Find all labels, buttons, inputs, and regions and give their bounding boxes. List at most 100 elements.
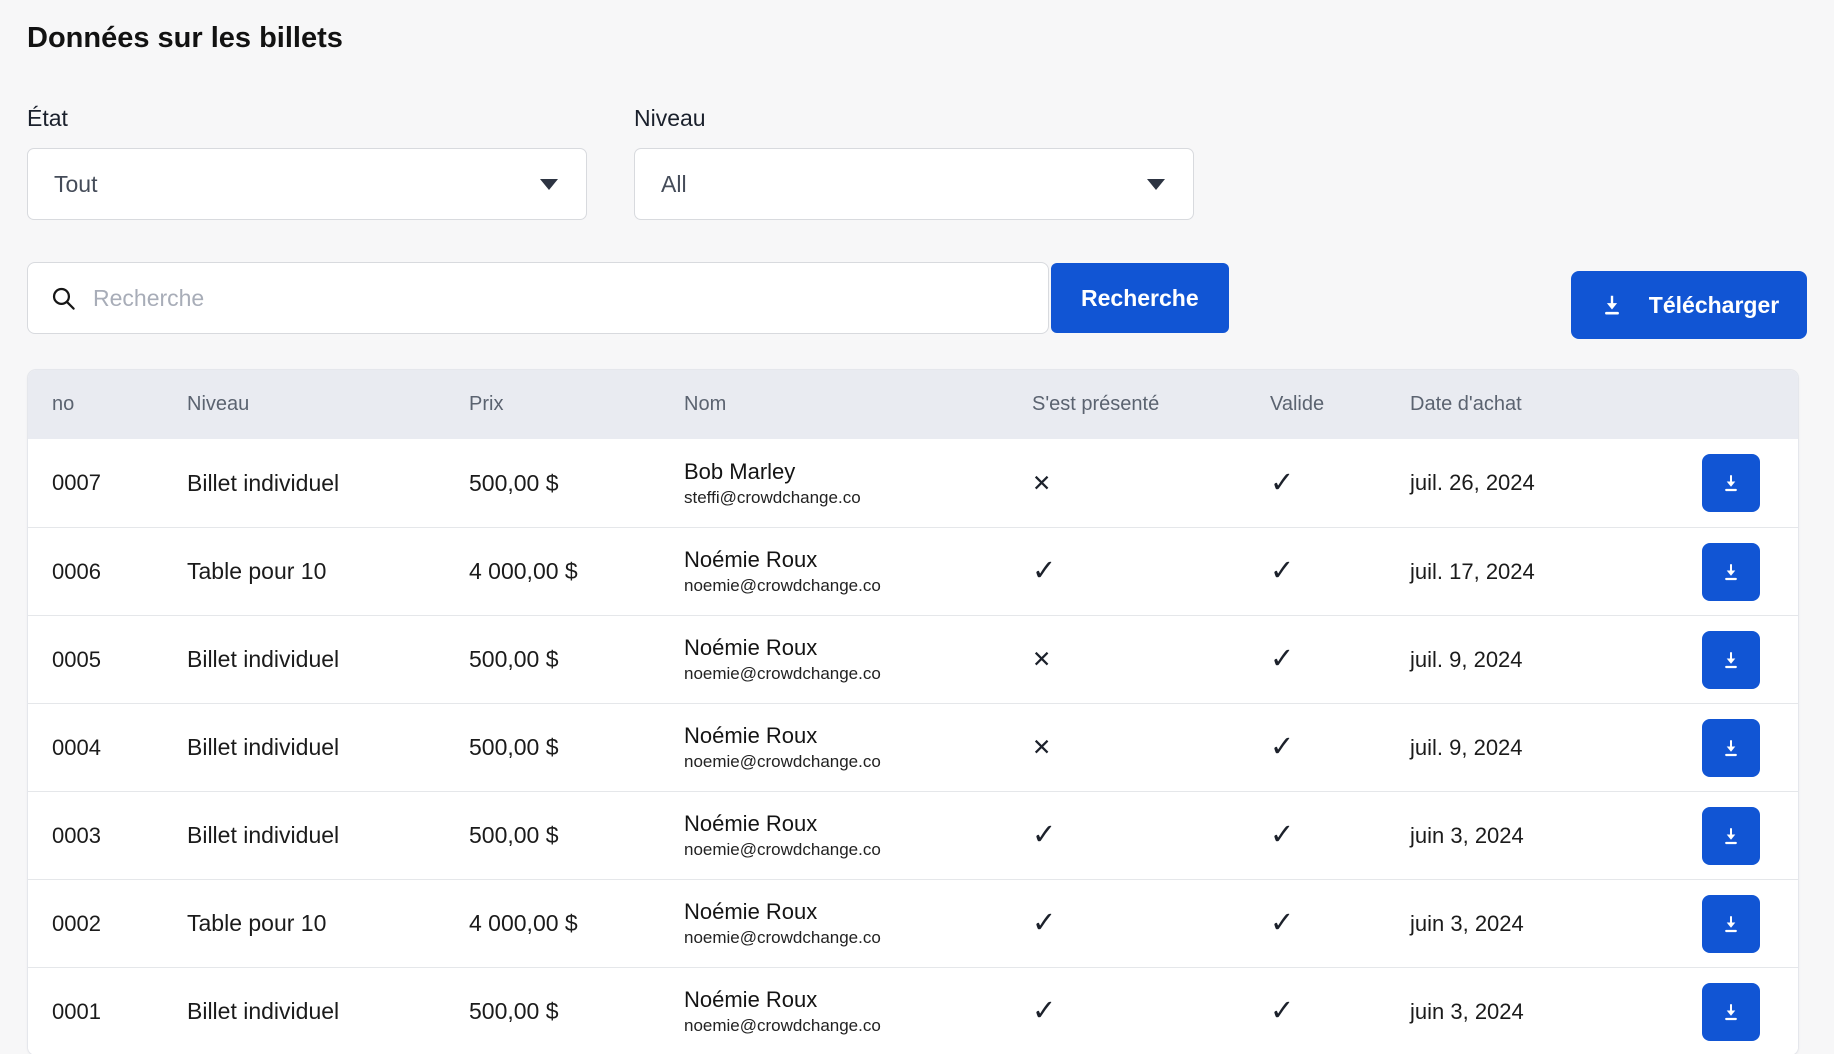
- buyer-email: noemie@crowdchange.co: [684, 752, 1032, 772]
- cell-prix: 500,00 $: [469, 470, 684, 497]
- cell-prix: 500,00 $: [469, 646, 684, 673]
- cell-nom: Noémie Roux noemie@crowdchange.co: [684, 547, 1032, 596]
- buyer-email: noemie@crowdchange.co: [684, 664, 1032, 684]
- cell-niveau: Billet individuel: [187, 734, 469, 761]
- download-icon: [1720, 825, 1742, 847]
- cell-purchase-date: juil. 26, 2024: [1410, 470, 1664, 496]
- niveau-label: Niveau: [634, 105, 1194, 132]
- buyer-name: Noémie Roux: [684, 899, 1032, 925]
- tickets-table: no Niveau Prix Nom S'est présenté Valide…: [27, 369, 1799, 1054]
- cell-prix: 500,00 $: [469, 822, 684, 849]
- etat-select[interactable]: Tout: [27, 148, 587, 220]
- search-icon: [50, 285, 77, 312]
- row-download-button[interactable]: [1702, 895, 1760, 953]
- checked-in-status-icon: ✕: [1032, 648, 1270, 671]
- valid-status-icon: ✓: [1270, 645, 1410, 674]
- search-input[interactable]: [93, 285, 1028, 312]
- col-header-valide: Valide: [1270, 393, 1410, 416]
- cell-actions: [1664, 543, 1798, 601]
- cell-prix: 500,00 $: [469, 998, 684, 1025]
- table-row: 0005 Billet individuel 500,00 $ Noémie R…: [28, 615, 1798, 703]
- download-button-label: Télécharger: [1649, 292, 1779, 319]
- download-icon: [1720, 1001, 1742, 1023]
- table-row: 0003 Billet individuel 500,00 $ Noémie R…: [28, 791, 1798, 879]
- table-row: 0004 Billet individuel 500,00 $ Noémie R…: [28, 703, 1798, 791]
- cell-actions: [1664, 895, 1798, 953]
- cell-purchase-date: juin 3, 2024: [1410, 823, 1664, 849]
- cell-ticket-number: 0005: [52, 647, 187, 673]
- col-header-no: no: [52, 393, 187, 416]
- download-icon: [1720, 472, 1742, 494]
- filters-row: État Tout Niveau All: [27, 105, 1807, 220]
- valid-status-icon: ✓: [1270, 997, 1410, 1026]
- cell-ticket-number: 0003: [52, 823, 187, 849]
- checked-in-status-icon: ✓: [1032, 909, 1270, 938]
- search-button[interactable]: Recherche: [1051, 263, 1229, 333]
- cell-nom: Bob Marley steffi@crowdchange.co: [684, 459, 1032, 508]
- row-download-button[interactable]: [1702, 454, 1760, 512]
- cell-purchase-date: juil. 9, 2024: [1410, 735, 1664, 761]
- niveau-select-value: All: [661, 171, 687, 198]
- etat-label: État: [27, 105, 587, 132]
- chevron-down-icon: [1147, 179, 1165, 190]
- ticket-data-page: Données sur les billets État Tout Niveau…: [0, 0, 1834, 1054]
- download-icon: [1720, 913, 1742, 935]
- checked-in-status-icon: ✓: [1032, 557, 1270, 586]
- valid-status-icon: ✓: [1270, 821, 1410, 850]
- download-icon: [1720, 561, 1742, 583]
- cell-niveau: Billet individuel: [187, 822, 469, 849]
- cell-niveau: Billet individuel: [187, 470, 469, 497]
- cell-prix: 4 000,00 $: [469, 558, 684, 585]
- niveau-select[interactable]: All: [634, 148, 1194, 220]
- cell-ticket-number: 0006: [52, 559, 187, 585]
- valid-status-icon: ✓: [1270, 469, 1410, 498]
- checked-in-status-icon: ✓: [1032, 997, 1270, 1026]
- cell-purchase-date: juil. 9, 2024: [1410, 647, 1664, 673]
- row-download-button[interactable]: [1702, 983, 1760, 1041]
- buyer-email: noemie@crowdchange.co: [684, 576, 1032, 596]
- table-row: 0002 Table pour 10 4 000,00 $ Noémie Rou…: [28, 879, 1798, 967]
- row-download-button[interactable]: [1702, 719, 1760, 777]
- search-box: [27, 262, 1049, 334]
- cell-ticket-number: 0004: [52, 735, 187, 761]
- cell-actions: [1664, 631, 1798, 689]
- cell-actions: [1664, 454, 1798, 512]
- download-button[interactable]: Télécharger: [1571, 271, 1807, 339]
- cell-niveau: Table pour 10: [187, 910, 469, 937]
- table-row: 0007 Billet individuel 500,00 $ Bob Marl…: [28, 439, 1798, 527]
- cell-prix: 500,00 $: [469, 734, 684, 761]
- table-row: 0006 Table pour 10 4 000,00 $ Noémie Rou…: [28, 527, 1798, 615]
- search-row: Recherche Télécharger: [27, 262, 1807, 339]
- cell-ticket-number: 0002: [52, 911, 187, 937]
- filter-etat: État Tout: [27, 105, 587, 220]
- buyer-name: Bob Marley: [684, 459, 1032, 485]
- cell-nom: Noémie Roux noemie@crowdchange.co: [684, 987, 1032, 1036]
- buyer-name: Noémie Roux: [684, 987, 1032, 1013]
- cell-niveau: Billet individuel: [187, 646, 469, 673]
- col-header-date: Date d'achat: [1410, 393, 1664, 416]
- cell-ticket-number: 0007: [52, 470, 187, 496]
- cell-nom: Noémie Roux noemie@crowdchange.co: [684, 723, 1032, 772]
- col-header-niveau: Niveau: [187, 393, 469, 416]
- cell-purchase-date: juil. 17, 2024: [1410, 559, 1664, 585]
- col-header-prix: Prix: [469, 393, 684, 416]
- table-body: 0007 Billet individuel 500,00 $ Bob Marl…: [28, 439, 1798, 1054]
- valid-status-icon: ✓: [1270, 733, 1410, 762]
- filter-niveau: Niveau All: [634, 105, 1194, 220]
- checked-in-status-icon: ✕: [1032, 736, 1270, 759]
- valid-status-icon: ✓: [1270, 909, 1410, 938]
- buyer-name: Noémie Roux: [684, 723, 1032, 749]
- table-header-row: no Niveau Prix Nom S'est présenté Valide…: [28, 370, 1798, 439]
- buyer-name: Noémie Roux: [684, 635, 1032, 661]
- row-download-button[interactable]: [1702, 807, 1760, 865]
- row-download-button[interactable]: [1702, 543, 1760, 601]
- buyer-name: Noémie Roux: [684, 811, 1032, 837]
- row-download-button[interactable]: [1702, 631, 1760, 689]
- buyer-email: noemie@crowdchange.co: [684, 840, 1032, 860]
- checked-in-status-icon: ✓: [1032, 821, 1270, 850]
- buyer-email: steffi@crowdchange.co: [684, 488, 1032, 508]
- buyer-email: noemie@crowdchange.co: [684, 928, 1032, 948]
- col-header-present: S'est présenté: [1032, 393, 1270, 416]
- etat-select-value: Tout: [54, 171, 97, 198]
- cell-purchase-date: juin 3, 2024: [1410, 999, 1664, 1025]
